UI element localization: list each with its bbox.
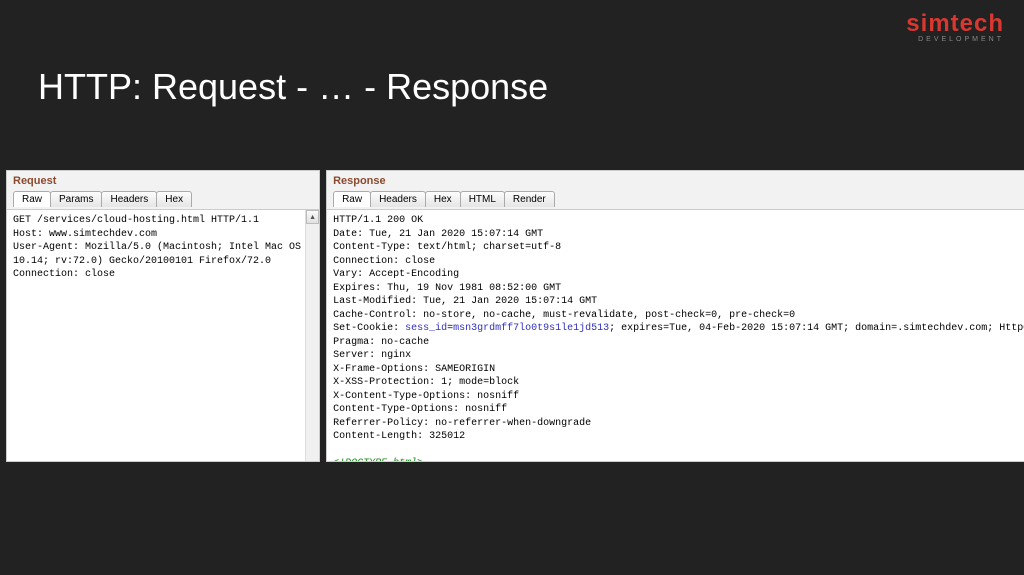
request-title: Request (13, 175, 313, 187)
res-line: Content-Length: 325012 (333, 431, 465, 442)
slide-title: HTTP: Request - … - Response (0, 0, 1024, 108)
request-tab-params[interactable]: Params (50, 191, 102, 207)
request-body-wrap: GET /services/cloud-hosting.html HTTP/1.… (7, 210, 319, 461)
res-line: Content-Type: text/html; charset=utf-8 (333, 242, 561, 253)
response-tabs: Raw Headers Hex HTML Render (333, 191, 1024, 207)
panels-container: Request Raw Params Headers Hex GET /serv… (6, 170, 1021, 462)
res-line: Connection: close (333, 256, 435, 267)
res-cookie-pre: Set-Cookie: (333, 323, 405, 334)
res-line: X-XSS-Protection: 1; mode=block (333, 377, 519, 388)
brand-tagline: DEVELOPMENT (906, 36, 1004, 43)
res-line: X-Content-Type-Options: nosniff (333, 391, 519, 402)
request-panel: Request Raw Params Headers Hex GET /serv… (6, 170, 320, 462)
request-tab-headers[interactable]: Headers (101, 191, 157, 207)
request-body[interactable]: GET /services/cloud-hosting.html HTTP/1.… (7, 210, 319, 461)
res-line: Content-Type-Options: nosniff (333, 404, 507, 415)
req-line: 10.14; rv:72.0) Gecko/20100101 Firefox/7… (13, 256, 271, 267)
res-cookie-val: msn3grdmff7lo0t9s1le1jd513 (453, 323, 609, 334)
response-body-wrap: HTTP/1.1 200 OK Date: Tue, 21 Jan 2020 1… (327, 210, 1024, 461)
res-line: Server: nginx (333, 350, 411, 361)
html-doctype: <!DOCTYPE html> (333, 458, 423, 461)
res-line: Vary: Accept-Encoding (333, 269, 459, 280)
response-tab-headers[interactable]: Headers (370, 191, 426, 207)
res-line: Cache-Control: no-store, no-cache, must-… (333, 310, 795, 321)
req-line: Connection: close (13, 269, 115, 280)
response-header: Response Raw Headers Hex HTML Render (327, 171, 1024, 210)
request-header: Request Raw Params Headers Hex (7, 171, 319, 210)
scroll-up-icon[interactable]: ▲ (306, 210, 319, 224)
res-cookie-key: sess_id (405, 323, 447, 334)
response-tab-hex[interactable]: Hex (425, 191, 461, 207)
res-cookie-post: ; expires=Tue, 04-Feb-2020 15:07:14 GMT;… (609, 323, 1024, 334)
res-line: Pragma: no-cache (333, 337, 429, 348)
req-line: GET /services/cloud-hosting.html HTTP/1.… (13, 215, 259, 226)
res-line: Expires: Thu, 19 Nov 1981 08:52:00 GMT (333, 283, 561, 294)
res-line: Referrer-Policy: no-referrer-when-downgr… (333, 418, 591, 429)
res-line: HTTP/1.1 200 OK (333, 215, 423, 226)
req-line: User-Agent: Mozilla/5.0 (Macintosh; Inte… (13, 242, 313, 253)
brand-name: simtech (906, 10, 1004, 38)
request-scrollbar[interactable]: ▲ (305, 210, 319, 461)
request-tabs: Raw Params Headers Hex (13, 191, 313, 207)
req-line: Host: www.simtechdev.com (13, 229, 157, 240)
response-panel: Response Raw Headers Hex HTML Render HTT… (326, 170, 1024, 462)
request-tab-raw[interactable]: Raw (13, 191, 51, 207)
response-tab-html[interactable]: HTML (460, 191, 505, 207)
res-line: X-Frame-Options: SAMEORIGIN (333, 364, 495, 375)
brand-logo: simtech DEVELOPMENT (906, 10, 1004, 43)
response-tab-raw[interactable]: Raw (333, 191, 371, 207)
response-body[interactable]: HTTP/1.1 200 OK Date: Tue, 21 Jan 2020 1… (327, 210, 1024, 461)
response-title: Response (333, 175, 1024, 187)
res-line: Date: Tue, 21 Jan 2020 15:07:14 GMT (333, 229, 543, 240)
response-tab-render[interactable]: Render (504, 191, 555, 207)
request-tab-hex[interactable]: Hex (156, 191, 192, 207)
res-line: Last-Modified: Tue, 21 Jan 2020 15:07:14… (333, 296, 597, 307)
